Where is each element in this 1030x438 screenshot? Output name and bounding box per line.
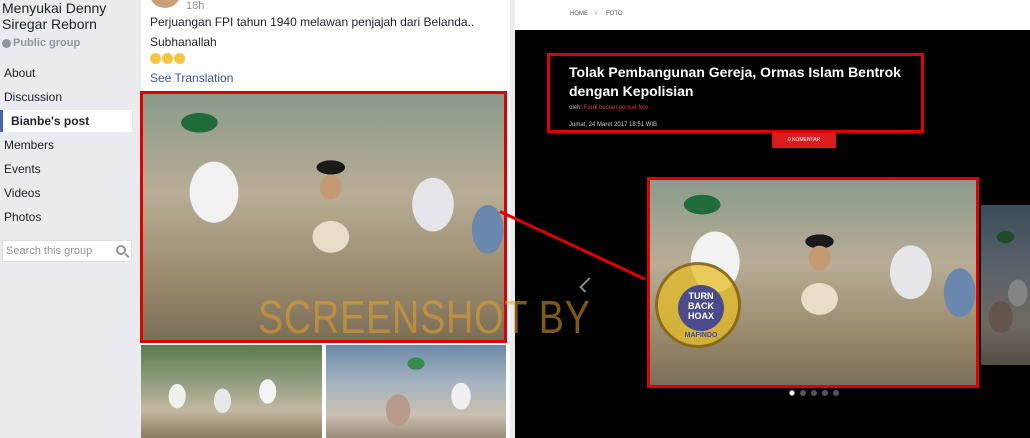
sidebar-item-members[interactable]: Members — [0, 134, 132, 156]
post-card: 18h Perjuangan FPI tahun 1940 melawan pe… — [140, 0, 510, 438]
breadcrumb-separator: › — [595, 11, 597, 17]
news-header: HOME › FOTO — [515, 0, 1030, 30]
hoax-stamp-logo: TURN BACK HOAX MAFINDO — [655, 262, 741, 348]
search-input[interactable]: Search this group — [2, 240, 132, 262]
carousel-dot[interactable] — [811, 390, 817, 396]
emoji-row — [150, 53, 185, 64]
group-name[interactable]: Menyukai Denny Siregar Reborn — [2, 0, 134, 32]
sidebar-item-videos[interactable]: Videos — [0, 182, 132, 204]
sidebar-item-about[interactable]: About — [0, 62, 132, 84]
article-date: Jumat, 24 Maret 2017 18:51 WIB — [569, 122, 658, 128]
stamp-bottom-text: MAFINDO — [684, 332, 718, 339]
grin-emoji-icon — [174, 53, 185, 64]
sidebar-item-photos[interactable]: Photos — [0, 206, 132, 228]
grin-emoji-icon — [162, 53, 173, 64]
comment-count-button[interactable]: 0 KOMENTAR — [772, 133, 836, 148]
post-timestamp[interactable]: 18h — [186, 0, 204, 12]
group-sidebar: Menyukai Denny Siregar Reborn Public gro… — [0, 0, 135, 438]
carousel-dot[interactable] — [822, 390, 828, 396]
article-next-photo[interactable] — [981, 205, 1030, 365]
sidebar-item-discussion[interactable]: Discussion — [0, 86, 132, 108]
privacy-label: Public group — [13, 37, 81, 49]
avatar[interactable] — [149, 0, 181, 8]
search-placeholder: Search this group — [6, 245, 93, 257]
post-exclamation: Subhanallah — [150, 35, 217, 49]
byline-author[interactable]: Fardi bestari periset foto — [584, 105, 649, 111]
post-photo-2[interactable] — [141, 345, 322, 438]
stamp-text: TURN BACK HOAX — [687, 291, 714, 321]
byline-label: oleh: — [569, 105, 583, 111]
sidebar-item-post[interactable]: Bianbe's post — [0, 110, 132, 132]
search-icon[interactable] — [116, 245, 126, 255]
group-privacy: Public group — [2, 37, 80, 49]
watermark-text: SCREENSHOT BY — [258, 291, 591, 343]
grin-emoji-icon — [150, 53, 161, 64]
post-text: Perjuangan FPI tahun 1940 melawan penjaj… — [150, 15, 475, 29]
breadcrumb-foto[interactable]: FOTO — [606, 11, 623, 17]
carousel-dot[interactable] — [789, 390, 795, 396]
breadcrumb-home[interactable]: HOME — [570, 11, 588, 17]
post-photo-3[interactable] — [326, 345, 506, 438]
see-translation-link[interactable]: See Translation — [150, 71, 233, 85]
article-byline: oleh: Fardi bestari periset foto — [569, 105, 648, 111]
sidebar-item-events[interactable]: Events — [0, 158, 132, 180]
stamp-center: TURN BACK HOAX — [678, 285, 724, 331]
news-panel: HOME › FOTO Tolak Pembangunan Gereja, Or… — [515, 0, 1030, 438]
article-title: Tolak Pembangunan Gereja, Ormas Islam Be… — [569, 64, 901, 99]
facebook-panel: Menyukai Denny Siregar Reborn Public gro… — [0, 0, 510, 438]
carousel-dot[interactable] — [833, 390, 839, 396]
carousel-dot[interactable] — [800, 390, 806, 396]
globe-icon — [2, 38, 11, 48]
carousel-dots — [789, 390, 839, 396]
